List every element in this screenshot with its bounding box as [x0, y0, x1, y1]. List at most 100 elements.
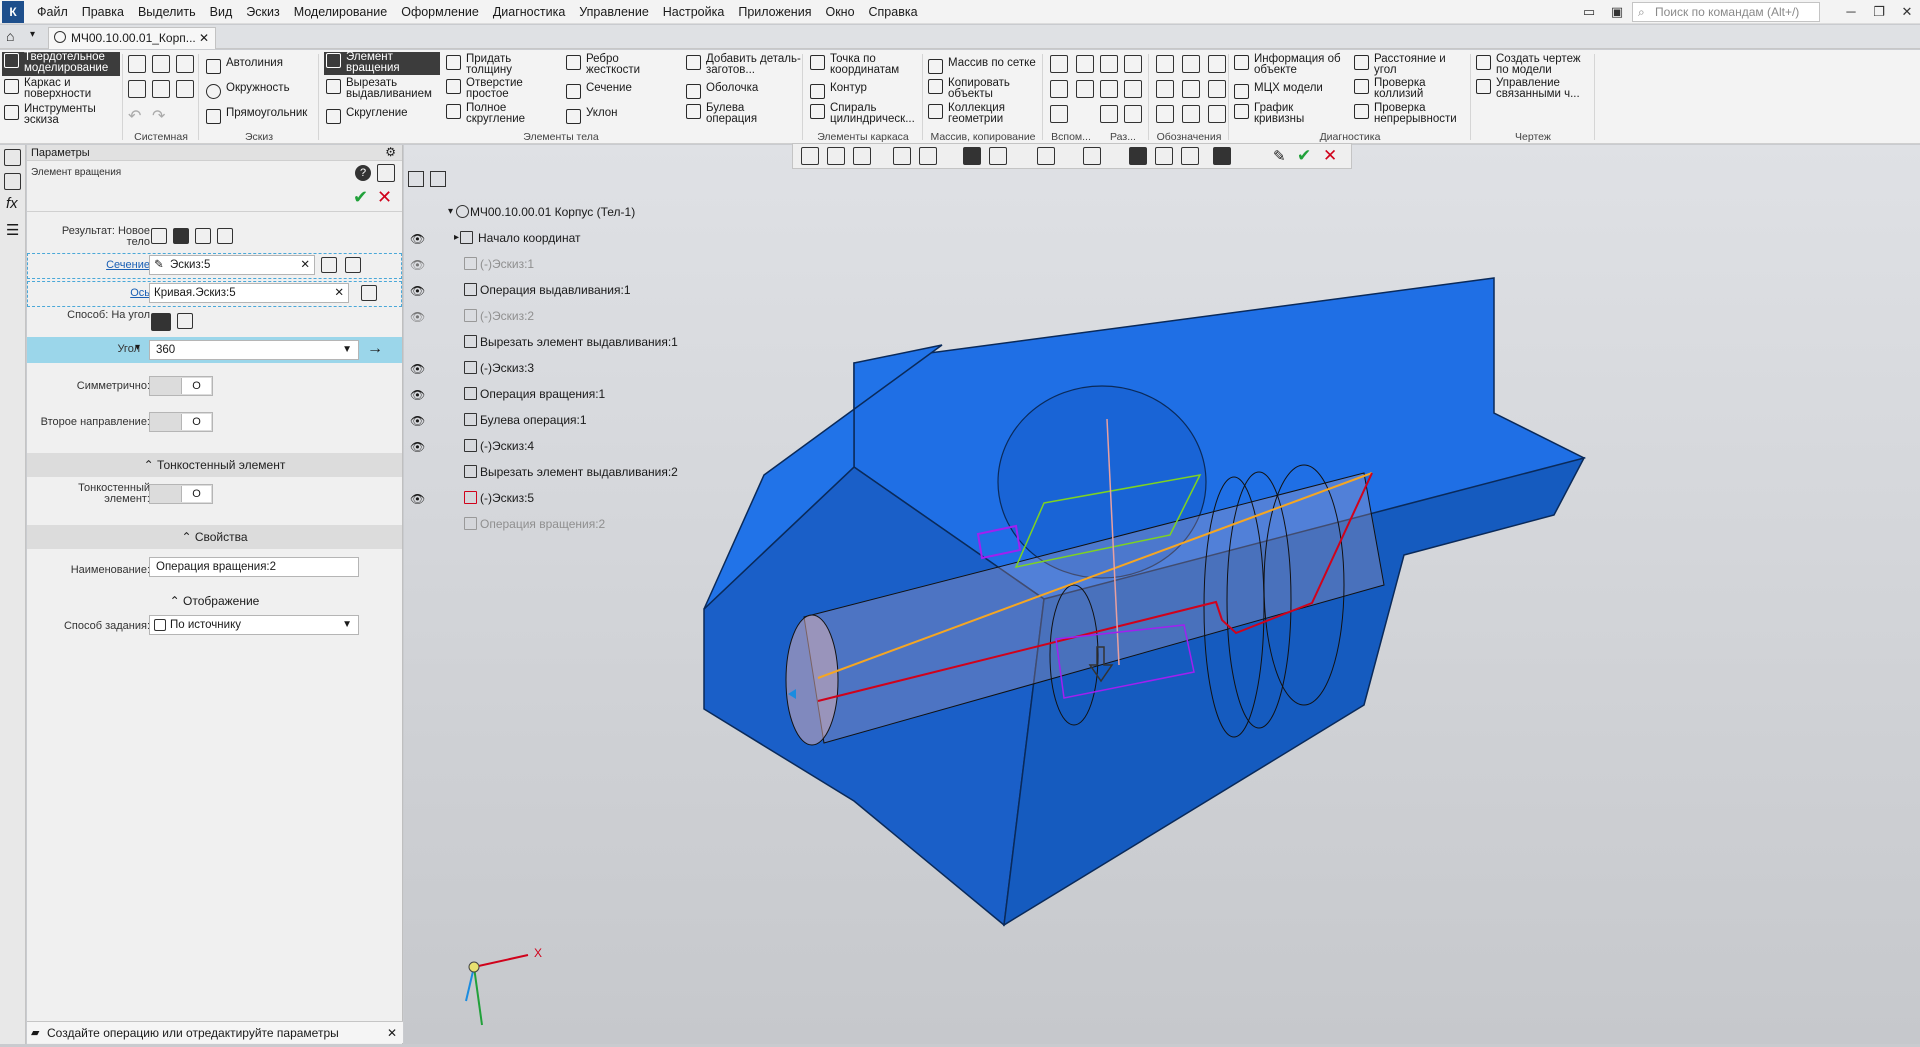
thicken-button[interactable]: Придать толщину: [444, 53, 554, 76]
collision-check-button[interactable]: Проверка коллизий: [1352, 77, 1468, 100]
rib-button[interactable]: Ребро жесткости: [564, 53, 664, 76]
visibility-eye-icon[interactable]: 👁: [410, 388, 425, 402]
filter-icon[interactable]: [1213, 147, 1231, 165]
expand-icon[interactable]: ▸: [454, 230, 459, 246]
section-link[interactable]: Сечение: [106, 260, 150, 271]
angle-input[interactable]: 360 ▼: [149, 340, 359, 360]
tree-item-sketch3[interactable]: (-)Эскиз:3: [462, 360, 534, 376]
aux-plane-icon[interactable]: [1050, 55, 1068, 73]
result-subtract-icon[interactable]: [195, 228, 211, 244]
ok-icon[interactable]: ✔: [353, 187, 368, 208]
axis-pick-icon[interactable]: [361, 285, 377, 301]
add-part-button[interactable]: Добавить деталь-заготов...: [684, 53, 801, 76]
draft-button[interactable]: Уклон: [564, 107, 618, 124]
unite-icon[interactable]: [1124, 105, 1142, 123]
command-search-input[interactable]: ⌕ Поиск по командам (Alt+/): [1632, 2, 1820, 22]
base-icon[interactable]: [1156, 80, 1174, 98]
menu-diagnostics[interactable]: Диагностика: [486, 0, 572, 24]
zoom-icon[interactable]: [853, 147, 871, 165]
text-note-icon[interactable]: [1182, 105, 1200, 123]
view-cancel-icon[interactable]: ✕: [1323, 146, 1337, 166]
axis-field[interactable]: Кривая.Эскиз:5 ✕: [149, 283, 349, 303]
layers-icon[interactable]: ☰: [6, 221, 19, 239]
section-view-icon[interactable]: [1083, 147, 1101, 165]
group-arrays[interactable]: Массив, копирование: [924, 130, 1042, 144]
visibility-eye-icon[interactable]: 👁: [410, 414, 425, 428]
group-annotations[interactable]: Обозначения: [1150, 130, 1228, 144]
view-ok-icon[interactable]: ✔: [1297, 146, 1311, 166]
tree-item-sketch5[interactable]: (-)Эскиз:5: [462, 490, 534, 506]
rectangle-button[interactable]: Прямоугольник: [204, 107, 307, 124]
weld-icon[interactable]: [1208, 105, 1226, 123]
second-direction-toggle[interactable]: O: [149, 412, 213, 432]
tree-item-revolve1[interactable]: Операция вращения:1: [462, 386, 605, 402]
save-icon[interactable]: [176, 55, 194, 73]
screen-icon[interactable]: ▣: [1604, 1, 1630, 23]
group-frame-elements[interactable]: Элементы каркаса: [804, 130, 922, 144]
properties-icon[interactable]: [4, 173, 21, 190]
pipette-icon[interactable]: ✎: [1273, 147, 1286, 165]
layout-icon[interactable]: ▭: [1576, 1, 1602, 23]
collapse-icon[interactable]: ▾: [448, 204, 453, 220]
aux-axis-icon[interactable]: [1076, 55, 1094, 73]
visibility-eye-icon[interactable]: 👁: [410, 232, 425, 246]
menu-sketch[interactable]: Эскиз: [239, 0, 286, 24]
group-split[interactable]: Раз...: [1098, 130, 1148, 144]
open-file-icon[interactable]: [152, 55, 170, 73]
geometry-collection-button[interactable]: Коллекция геометрии: [926, 102, 1036, 125]
extrude-cut-button[interactable]: Вырезать выдавливанием: [324, 77, 440, 100]
menu-apps[interactable]: Приложения: [731, 0, 818, 24]
menu-edit[interactable]: Правка: [75, 0, 131, 24]
leader-icon[interactable]: [1208, 80, 1226, 98]
split-icon[interactable]: [1100, 55, 1118, 73]
roughness-icon[interactable]: [1182, 55, 1200, 73]
curvature-button[interactable]: График кривизны: [1232, 102, 1342, 125]
tree-view-icon[interactable]: [377, 164, 395, 182]
autoline-button[interactable]: Автолиния: [204, 57, 283, 74]
group-body-elements[interactable]: Элементы тела: [320, 130, 802, 144]
menu-modeling[interactable]: Моделирование: [287, 0, 395, 24]
create-drawing-button[interactable]: Создать чертеж по модели: [1474, 53, 1592, 76]
mark-icon[interactable]: [1156, 105, 1174, 123]
tree-root[interactable]: ▾ МЧ00.10.00.01 Корпус (Тел-1): [448, 204, 635, 220]
cut-body-icon[interactable]: [1124, 55, 1142, 73]
tree-item-boolean1[interactable]: Булева операция:1: [462, 412, 587, 428]
restore-button[interactable]: ❐: [1866, 1, 1892, 23]
layers-view-icon[interactable]: [1181, 147, 1199, 165]
menu-settings[interactable]: Настройка: [656, 0, 732, 24]
menu-view[interactable]: Вид: [203, 0, 240, 24]
mode-select[interactable]: По источнику ▼: [149, 615, 359, 635]
menu-design[interactable]: Оформление: [394, 0, 486, 24]
properties-section[interactable]: ⌃ Свойства: [27, 525, 402, 549]
home-icon[interactable]: ⌂: [6, 28, 14, 44]
close-status-icon[interactable]: ✕: [387, 1022, 397, 1044]
name-input[interactable]: Операция вращения:2: [149, 557, 359, 577]
section-button[interactable]: Сечение: [564, 82, 632, 99]
method-angle-icon[interactable]: [151, 313, 171, 331]
aux-cs-icon[interactable]: [1076, 80, 1094, 98]
method-to-object-icon[interactable]: [177, 313, 193, 329]
undo-icon[interactable]: ↶: [128, 106, 141, 126]
menu-window[interactable]: Окно: [818, 0, 861, 24]
hidden-eye-icon[interactable]: 👁: [410, 258, 425, 272]
tree-item-extrude1[interactable]: Операция выдавливания:1: [462, 282, 631, 298]
clear-axis-icon[interactable]: ✕: [334, 284, 344, 302]
visibility-eye-icon[interactable]: 👁: [410, 284, 425, 298]
tree-item-origin[interactable]: ▸ Начало координат: [454, 230, 581, 246]
result-intersect-icon[interactable]: [217, 228, 233, 244]
visibility-eye-icon[interactable]: 👁: [410, 362, 425, 376]
menu-file[interactable]: Файл: [30, 0, 75, 24]
result-add-icon[interactable]: [173, 228, 189, 244]
model-viewport[interactable]: X ▾ МЧ00.10.00.01 Корпус (Тел-1) ▸ Начало …: [404, 145, 1920, 1044]
grid-pattern-button[interactable]: Массив по сетке: [926, 57, 1036, 74]
section-sketch-icon[interactable]: [345, 257, 361, 273]
close-tab-icon[interactable]: ✕: [199, 28, 209, 48]
contour-button[interactable]: Контур: [808, 82, 867, 99]
clear-section-icon[interactable]: ✕: [300, 256, 310, 274]
minimize-button[interactable]: ─: [1838, 1, 1864, 23]
visibility-eye-icon[interactable]: 👁: [410, 492, 425, 506]
continuity-check-button[interactable]: Проверка непрерывности: [1352, 102, 1472, 125]
copy-icon[interactable]: [152, 80, 170, 98]
tree-toggle-icon[interactable]: [408, 171, 424, 187]
symmetric-toggle[interactable]: O: [149, 376, 213, 396]
